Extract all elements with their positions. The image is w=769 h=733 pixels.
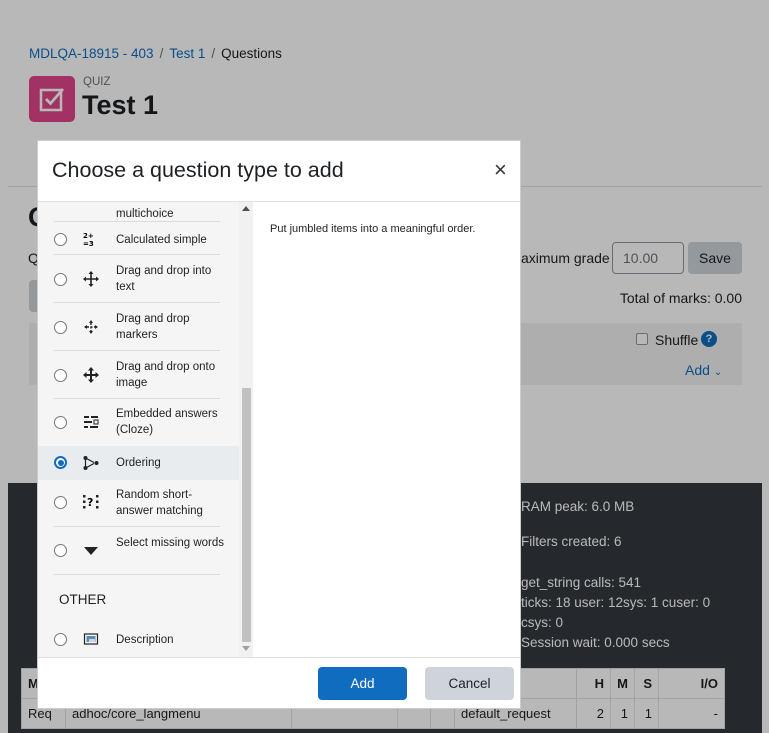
scroll-down-arrow-icon[interactable] bbox=[242, 646, 250, 651]
radio-calculated-simple[interactable] bbox=[54, 233, 67, 246]
list-item-random-matching[interactable]: ? Random short-answer matching bbox=[38, 480, 238, 527]
scroll-up-arrow-icon[interactable] bbox=[242, 206, 250, 211]
svg-text:?: ? bbox=[87, 496, 93, 509]
label-ordering: Ordering bbox=[116, 457, 161, 469]
label-description: Description bbox=[116, 634, 174, 646]
select-missing-icon bbox=[82, 542, 100, 560]
label-random-matching: Random short-answer matching bbox=[116, 489, 203, 517]
list-item-ordering[interactable]: Ordering bbox=[38, 446, 240, 480]
radio-drag-drop-markers[interactable] bbox=[54, 321, 67, 334]
radio-cloze[interactable] bbox=[54, 416, 67, 429]
list-item-multichoice[interactable]: multichoice bbox=[38, 202, 238, 222]
svg-text:2+: 2+ bbox=[83, 232, 94, 240]
description-icon bbox=[82, 630, 100, 648]
close-icon[interactable]: × bbox=[494, 159, 507, 181]
label-drag-drop-image: Drag and drop onto image bbox=[116, 361, 216, 389]
cancel-button[interactable]: Cancel bbox=[425, 667, 514, 700]
modal-footer: Add Cancel bbox=[38, 657, 520, 709]
modal-header: Choose a question type to add × bbox=[38, 141, 520, 202]
list-item-select-missing[interactable]: Select missing words bbox=[38, 527, 238, 575]
label-drag-drop-markers: Drag and drop markers bbox=[116, 313, 190, 341]
add-button[interactable]: Add bbox=[318, 667, 407, 700]
divider bbox=[54, 574, 220, 575]
list-item-drag-drop-image[interactable]: Drag and drop onto image bbox=[38, 351, 238, 399]
modal-title: Choose a question type to add bbox=[52, 158, 344, 182]
radio-drag-drop-text[interactable] bbox=[54, 273, 67, 286]
question-type-list: multichoice 2+ =3 Calculated simple Drag … bbox=[38, 202, 253, 657]
drag-drop-markers-icon bbox=[82, 318, 100, 336]
label-select-missing: Select missing words bbox=[116, 537, 225, 549]
svg-text:=3: =3 bbox=[83, 240, 94, 247]
label-multichoice: multichoice bbox=[116, 208, 174, 220]
scrollbar-thumb[interactable] bbox=[242, 388, 251, 642]
list-item-description[interactable]: Description bbox=[38, 622, 238, 656]
list-item-drag-drop-text[interactable]: Drag and drop into text bbox=[38, 255, 238, 303]
drag-drop-image-icon bbox=[82, 366, 100, 384]
question-type-description: Put jumbled items into a meaningful orde… bbox=[270, 223, 476, 235]
radio-random-matching[interactable] bbox=[54, 496, 67, 509]
drag-drop-text-icon bbox=[82, 270, 100, 288]
label-calculated-simple: Calculated simple bbox=[116, 234, 207, 246]
radio-description[interactable] bbox=[54, 633, 67, 646]
calculated-simple-icon: 2+ =3 bbox=[82, 230, 100, 248]
random-matching-icon: ? bbox=[82, 493, 100, 511]
label-drag-drop-text: Drag and drop into text bbox=[116, 265, 212, 293]
label-cloze: Embedded answers (Cloze) bbox=[116, 408, 218, 436]
radio-ordering[interactable] bbox=[54, 456, 67, 469]
ordering-icon bbox=[82, 454, 100, 472]
radio-select-missing[interactable] bbox=[54, 544, 67, 557]
section-heading-other: OTHER bbox=[59, 592, 107, 607]
list-item-cloze[interactable]: Embedded answers (Cloze) bbox=[38, 399, 238, 446]
cloze-icon bbox=[82, 413, 100, 431]
radio-drag-drop-image[interactable] bbox=[54, 369, 67, 382]
list-item-drag-drop-markers[interactable]: Drag and drop markers bbox=[38, 303, 238, 351]
list-scrollbar[interactable] bbox=[239, 202, 253, 657]
list-item-calculated-simple[interactable]: 2+ =3 Calculated simple bbox=[38, 222, 238, 255]
question-type-chooser-dialog: Choose a question type to add × multicho… bbox=[37, 140, 521, 709]
